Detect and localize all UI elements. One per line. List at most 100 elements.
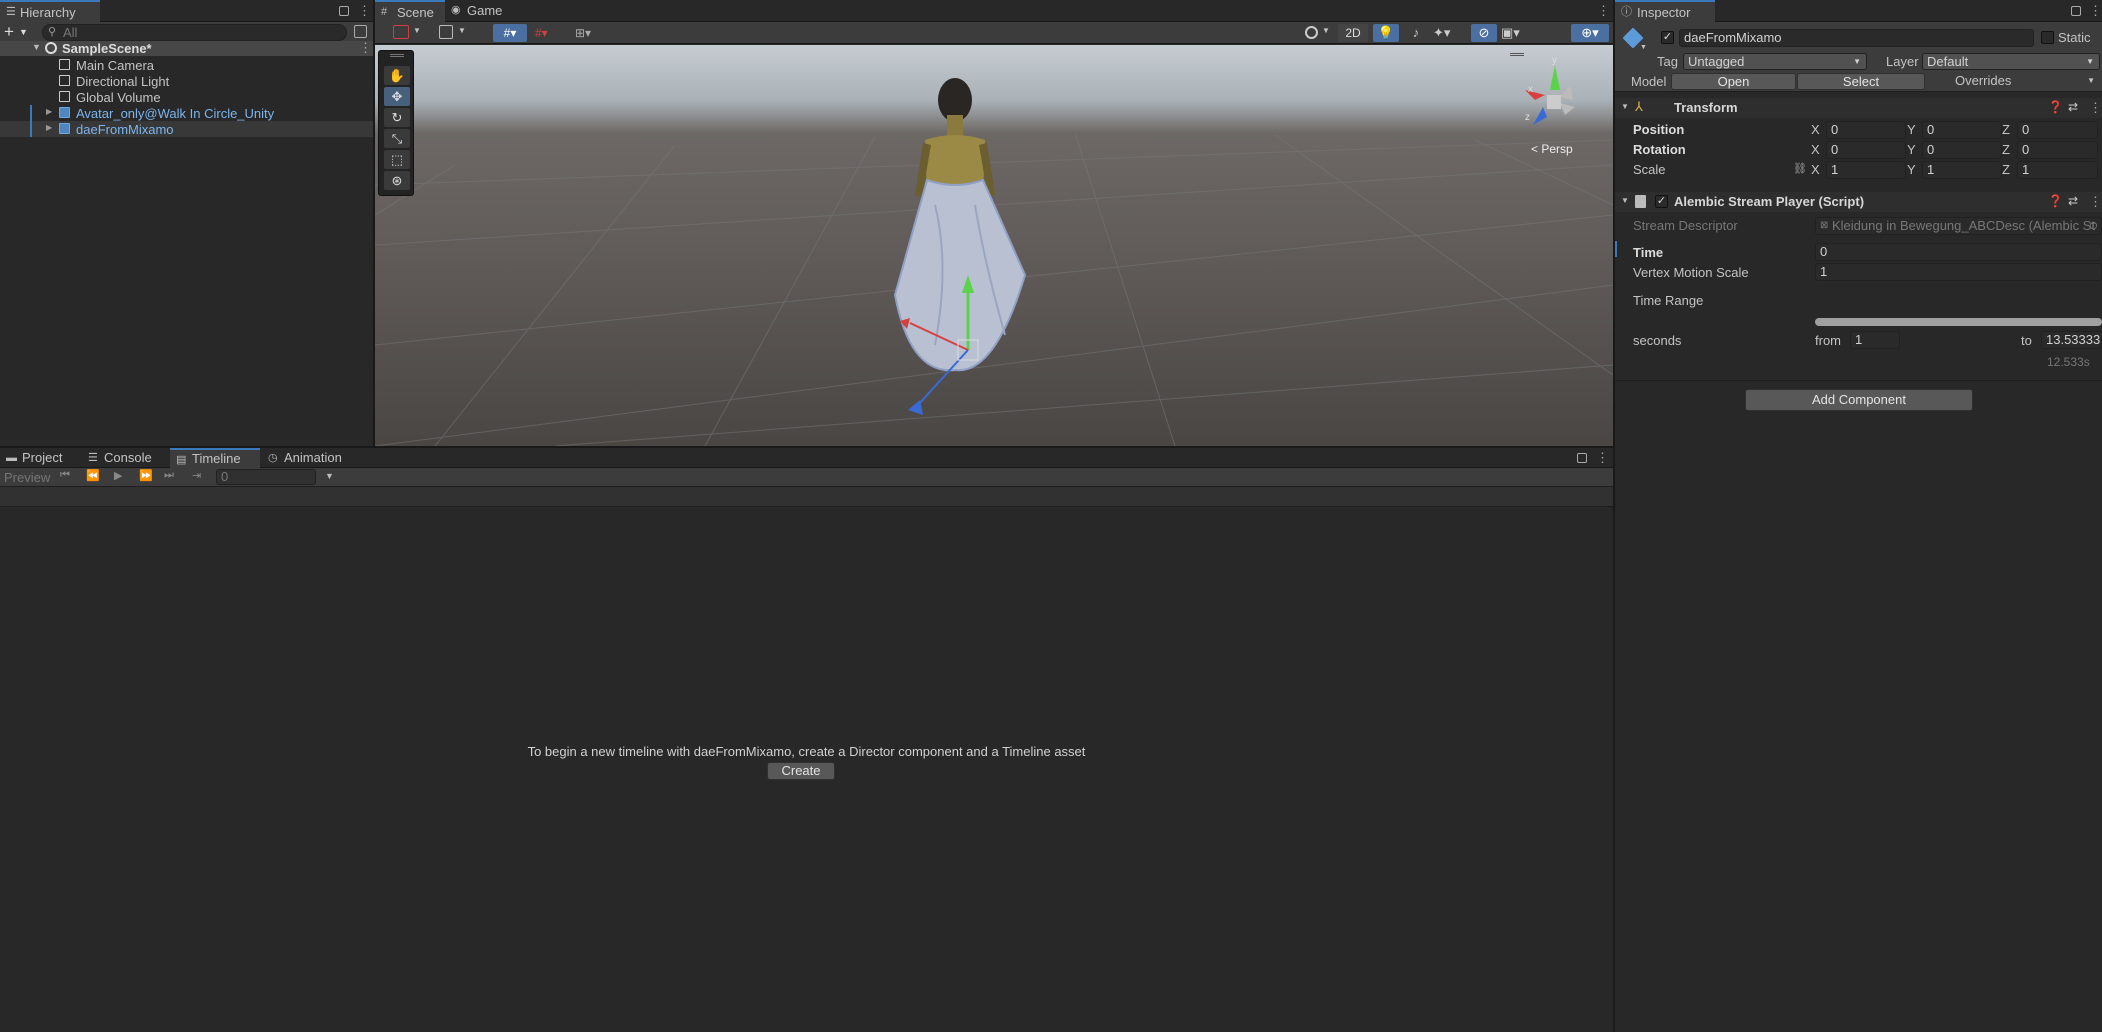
hierarchy-item[interactable]: Global Volume [0, 89, 373, 105]
scale-y-field[interactable]: 1 [1922, 161, 2002, 179]
scale-z-field[interactable]: 1 [2017, 161, 2098, 179]
foldout-arrow-icon[interactable]: ▼ [1621, 196, 1629, 205]
grid-snap-button[interactable]: #▾ [493, 24, 527, 42]
chevron-down-icon[interactable]: ▼ [458, 26, 466, 35]
tab-animation[interactable]: ◷ Animation [262, 448, 362, 468]
tab-console[interactable]: ☰ Console [82, 448, 168, 468]
last-frame-icon[interactable]: ⏭ [164, 469, 174, 482]
chevron-down-icon[interactable]: ▼ [1640, 44, 1647, 51]
scene-search-icon[interactable] [354, 25, 367, 38]
open-button[interactable]: Open [1671, 73, 1796, 90]
stream-descriptor-field[interactable]: ⊠ Kleidung in Bewegung_ABCDesc (Alembic … [1815, 217, 2102, 235]
menu-dots-icon[interactable]: ⋮ [1596, 451, 1609, 464]
axis-y-label[interactable]: Y [1907, 162, 1916, 177]
position-z-field[interactable]: 0 [2017, 121, 2098, 139]
lock-icon[interactable] [1577, 453, 1587, 463]
expand-arrow-icon[interactable]: ▼ [32, 42, 41, 52]
play-range-icon[interactable]: ⇥ [192, 469, 201, 482]
position-y-field[interactable]: 0 [1922, 121, 2002, 139]
axis-z-label[interactable]: Z [2002, 142, 2010, 157]
persp-label[interactable]: < Persp [1531, 142, 1573, 156]
chevron-down-icon[interactable]: ▼ [19, 22, 28, 43]
rect-tool-button[interactable]: ⬚ [384, 150, 410, 169]
position-x-field[interactable]: 0 [1826, 121, 1906, 139]
draw-mode-button[interactable] [393, 25, 409, 39]
foldout-arrow-icon[interactable]: ▼ [1621, 102, 1629, 111]
menu-dots-icon[interactable]: ⋮ [358, 4, 371, 17]
hand-tool-button[interactable]: ✋ [384, 66, 410, 85]
lock-icon[interactable] [2071, 6, 2081, 16]
active-checkbox[interactable]: ✓ [1661, 31, 1674, 44]
chevron-down-icon[interactable]: ▼ [1322, 26, 1330, 35]
add-component-button[interactable]: Add Component [1745, 389, 1973, 411]
axis-x-label[interactable]: X [1811, 122, 1820, 137]
frame-field[interactable]: 0 [216, 469, 316, 485]
time-range-slider[interactable] [1815, 318, 2102, 326]
expand-arrow-icon[interactable]: ▶ [46, 107, 52, 116]
orientation-gizmo[interactable]: y x z [1525, 55, 1575, 125]
mode-2d-button[interactable]: 2D [1338, 24, 1368, 42]
axis-y-label[interactable]: Y [1907, 142, 1916, 157]
tab-inspector[interactable]: ⓘ Inspector [1615, 0, 1715, 22]
presets-icon[interactable]: ⇄ [2068, 194, 2078, 208]
transform-header[interactable]: ▼ ⅄ Transform ❓ ⇄ ⋮ [1615, 98, 2102, 118]
preview-button[interactable]: Preview [4, 470, 50, 485]
menu-dots-icon[interactable]: ⋮ [1597, 4, 1610, 17]
overrides-dropdown[interactable]: Overrides ▼ [1933, 73, 2100, 90]
add-icon[interactable]: + [4, 22, 14, 42]
effects-button[interactable]: ✦▾ [1433, 24, 1469, 42]
move-tool-button[interactable]: ✥ [384, 87, 410, 106]
chevron-down-icon[interactable]: ▼ [325, 471, 334, 481]
time-field[interactable]: 0 [1815, 243, 2102, 261]
object-picker-icon[interactable]: ⊙ [2089, 218, 2098, 234]
character-model[interactable] [893, 78, 1027, 372]
search-input[interactable]: ⚲ All [42, 24, 347, 41]
rotation-z-field[interactable]: 0 [2017, 141, 2098, 159]
hidden-objects-button[interactable]: ⊘ [1471, 24, 1497, 42]
layer-dropdown[interactable]: Default ▼ [1922, 53, 2100, 70]
increment-snap-button[interactable]: ⊞▾ [575, 24, 605, 42]
rotate-tool-button[interactable]: ↻ [384, 108, 410, 127]
component-menu-icon[interactable]: ⋮ [2089, 101, 2102, 114]
tab-scene[interactable]: # Scene [375, 0, 445, 22]
next-frame-icon[interactable]: ⏩ [139, 469, 153, 482]
scene-row[interactable]: ▼ SampleScene* ⋮ [0, 41, 373, 56]
component-menu-icon[interactable]: ⋮ [2089, 195, 2102, 208]
play-icon[interactable]: ▶ [114, 469, 122, 482]
render-mode-icon[interactable] [439, 25, 453, 39]
hierarchy-item[interactable]: ▶ Avatar_only@Walk In Circle_Unity [0, 105, 373, 121]
camera-settings-button[interactable]: ▣▾ [1501, 24, 1537, 42]
overlay-menu-icon[interactable] [1510, 53, 1524, 56]
scale-tool-button[interactable]: ⤡ [384, 129, 410, 148]
help-icon[interactable]: ❓ [2048, 100, 2063, 114]
hierarchy-item[interactable]: Directional Light [0, 73, 373, 89]
menu-dots-icon[interactable]: ⋮ [2089, 4, 2102, 17]
lighting-button[interactable]: 💡 [1373, 24, 1399, 42]
axis-z-label[interactable]: Z [2002, 162, 2010, 177]
tab-hierarchy[interactable]: ☰ Hierarchy [0, 0, 100, 22]
object-name-field[interactable]: daeFromMixamo [1679, 29, 2034, 47]
tab-game[interactable]: ◉ Game [445, 0, 515, 22]
vertex-motion-scale-field[interactable]: 1 [1815, 263, 2102, 281]
axis-y-label[interactable]: Y [1907, 122, 1916, 137]
component-enabled-checkbox[interactable]: ✓ [1655, 195, 1668, 208]
hierarchy-item[interactable]: ▶ daeFromMixamo [0, 121, 373, 137]
scene-menu-icon[interactable]: ⋮ [359, 41, 372, 54]
scene-viewport[interactable]: y x z < Persp ✋ ✥ ↻ ⤡ ⬚ ⊛ [375, 45, 1613, 446]
tab-timeline[interactable]: ▤ Timeline [170, 448, 260, 468]
chevron-down-icon[interactable]: ▼ [413, 26, 421, 35]
expand-arrow-icon[interactable]: ▶ [46, 123, 52, 132]
rotation-y-field[interactable]: 0 [1922, 141, 2002, 159]
axis-x-label[interactable]: X [1811, 142, 1820, 157]
create-button[interactable]: Create [767, 762, 835, 780]
shading-mode-icon[interactable] [1305, 26, 1318, 39]
audio-button[interactable]: ♪ [1403, 24, 1429, 42]
alembic-header[interactable]: ▼ ✓ Alembic Stream Player (Script) ❓ ⇄ ⋮ [1615, 192, 2102, 212]
scale-x-field[interactable]: 1 [1826, 161, 1906, 179]
static-checkbox[interactable] [2041, 31, 2054, 44]
axis-z-label[interactable]: Z [2002, 122, 2010, 137]
prev-frame-icon[interactable]: ⏪ [86, 469, 100, 482]
presets-icon[interactable]: ⇄ [2068, 100, 2078, 114]
constrain-proportions-icon[interactable]: ⛓ [1793, 162, 1807, 175]
help-icon[interactable]: ❓ [2048, 194, 2063, 208]
